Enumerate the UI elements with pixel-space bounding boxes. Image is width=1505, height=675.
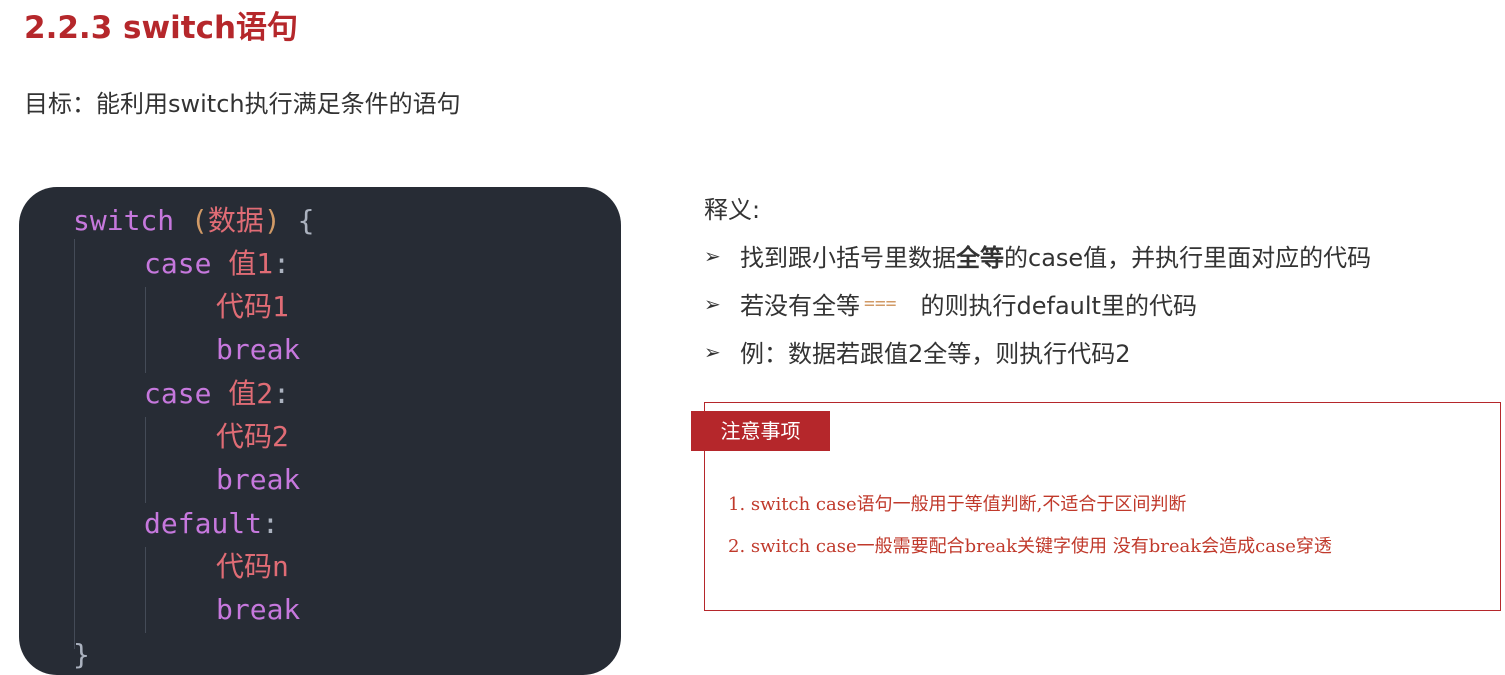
indent-guide — [74, 239, 75, 649]
bullet-text: 的则执行default里的代码 — [920, 292, 1197, 320]
case-value: 值1 — [228, 247, 274, 280]
open-paren: ( — [191, 204, 208, 237]
code-line-close-brace: } — [73, 638, 90, 671]
open-brace: { — [297, 204, 315, 237]
indent-guide — [145, 547, 146, 633]
colon: : — [273, 377, 291, 410]
note-item: 2. switch case一般需要配合break关键字使用 没有break会造… — [728, 536, 1332, 557]
goal-text: 目标：能利用switch执行满足条件的语句 — [24, 90, 461, 118]
case-value: 值2 — [228, 377, 274, 410]
page-title: 2.2.3 switch语句 — [24, 10, 299, 46]
code-line-case2: case 值2: — [144, 376, 290, 412]
bullet-text: 若没有全等 — [740, 292, 860, 320]
bullet-text: 的case值，并执行里面对应的代码 — [1004, 244, 1372, 272]
indent-guide — [145, 287, 146, 373]
explanation-heading: 释义: — [704, 196, 761, 224]
code-line-code1: 代码1 — [216, 290, 289, 323]
code-line-case1: case 值1: — [144, 246, 290, 282]
code-line-break3: break — [216, 593, 301, 626]
colon: : — [262, 507, 279, 540]
explanation-bullet: ➢ 若没有全等 === 的则执行default里的代码 — [704, 286, 1197, 321]
explanation-bullet: ➢ 例：数据若跟值2全等，则执行代码2 — [704, 334, 1131, 369]
code-line-code2: 代码2 — [216, 420, 289, 453]
arrow-bullet-icon: ➢ — [704, 339, 721, 364]
note-tag: 注意事项 — [691, 411, 830, 451]
code-line-coden: 代码n — [216, 550, 289, 583]
close-paren: ) — [263, 204, 281, 237]
bullet-text: 例：数据若跟值2全等，则执行代码2 — [740, 340, 1131, 368]
code-block: switch (数据) { case 值1: 代码1 break case 值2… — [19, 187, 621, 675]
switch-keyword: switch — [73, 204, 175, 237]
explanation-bullet: ➢ 找到跟小括号里数据 全等 的case值，并执行里面对应的代码 — [704, 238, 1371, 273]
bullet-text: 找到跟小括号里数据 — [740, 244, 956, 272]
colon: : — [273, 247, 291, 280]
code-line-break2: break — [216, 463, 301, 496]
code-line-switch: switch (数据) { — [73, 203, 314, 239]
case-keyword: case — [144, 377, 212, 410]
note-item: 1. switch case语句一般用于等值判断,不适合于区间判断 — [728, 494, 1187, 515]
code-line-break1: break — [216, 333, 301, 366]
switch-argument: 数据 — [207, 204, 264, 237]
bullet-emphasis: 全等 — [956, 244, 1004, 272]
code-line-default: default: — [144, 506, 279, 542]
arrow-bullet-icon: ➢ — [704, 291, 721, 316]
strict-equal-operator: === — [864, 293, 897, 314]
default-keyword: default — [144, 507, 263, 540]
arrow-bullet-icon: ➢ — [704, 243, 721, 268]
case-keyword: case — [144, 247, 212, 280]
indent-guide — [145, 417, 146, 503]
